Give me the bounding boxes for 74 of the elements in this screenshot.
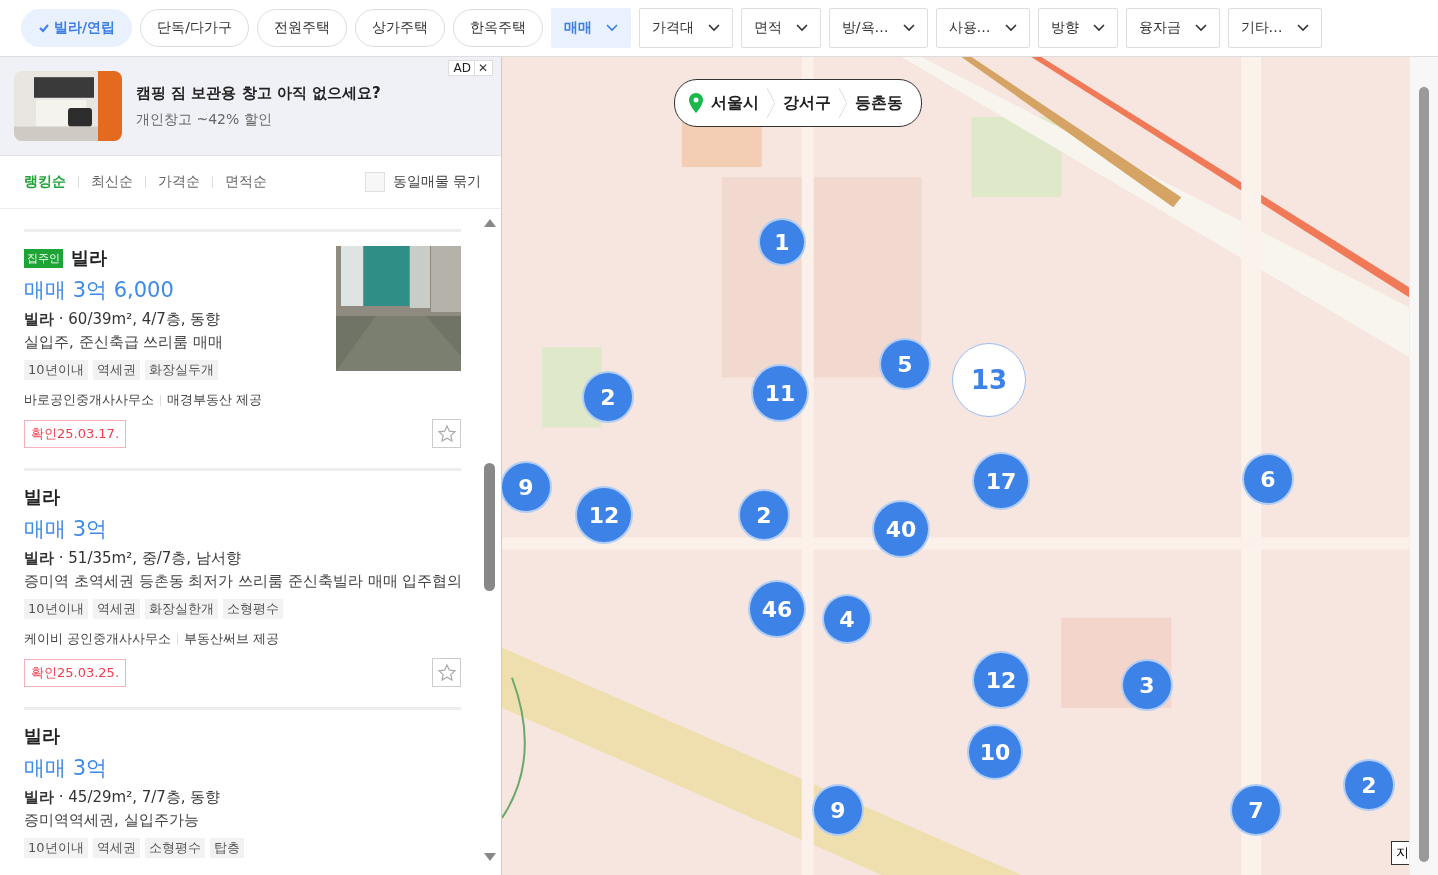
feature-tag: 10년이내 [24, 599, 88, 619]
listing-title[interactable]: 빌라 [71, 246, 107, 270]
feature-tag: 10년이내 [24, 360, 88, 380]
listing-specs: 빌라 · 45/29m², 7/7층, 동향 [24, 788, 222, 807]
feature-tag: 역세권 [92, 360, 140, 380]
listing-price: 매매 3억 6,000 [24, 277, 175, 304]
listing-specs: 빌라 · 60/39m², 4/7층, 동향 [24, 310, 222, 329]
feature-tag: 역세권 [92, 838, 140, 858]
listing-description: 증미역 초역세권 등촌동 최저가 쓰리룸 준신축빌라 매매 입주협의 [24, 572, 461, 591]
feature-tag: 소형평수 [222, 599, 283, 619]
filter-dropdown[interactable]: 융자금 [1125, 8, 1220, 48]
confirmed-date: 확인25.03.17. [24, 419, 127, 448]
favorite-button[interactable] [432, 419, 461, 448]
type-chip[interactable]: 전원주택 [256, 9, 347, 47]
owner-badge: 집주인 [24, 248, 63, 268]
chevron-down-icon [1296, 24, 1309, 32]
listing-title[interactable]: 빌라 [24, 485, 60, 509]
filter-dropdown[interactable]: 방향 [1037, 8, 1118, 48]
chevron-down-icon [1004, 24, 1017, 32]
agency-name: 케이비 공인중개사사무소 [24, 631, 171, 648]
type-chip[interactable]: 빌라/연립 [21, 9, 133, 47]
provider-name: 부동산써브 제공 [184, 631, 279, 648]
ad-subtitle: 개인창고 ~42% 할인 [136, 110, 273, 129]
ad-label: AD [453, 61, 471, 75]
type-chip[interactable]: 한옥주택 [452, 9, 543, 47]
type-chip[interactable]: 단독/다가구 [140, 9, 249, 47]
region-link[interactable]: 등촌동 [849, 92, 909, 114]
sort-tab[interactable]: 랭킹순 [24, 173, 66, 191]
sort-tab[interactable]: 면적순 [225, 173, 267, 191]
region-link[interactable]: 서울시 [705, 92, 765, 114]
ad-title: 캠핑 짐 보관용 창고 아직 없으세요? [136, 83, 381, 103]
listing-title[interactable]: 빌라 [24, 724, 60, 748]
feature-tag: 소형평수 [144, 838, 205, 858]
listing-specs: 빌라 · 51/35m², 중/7층, 남서향 [24, 549, 242, 568]
scrollbar-thumb[interactable] [1419, 87, 1429, 862]
feature-tag: 화장실한개 [144, 599, 218, 619]
filter-dropdown[interactable]: 가격대 [638, 8, 733, 48]
listing-description: 실입주, 준신축급 쓰리룸 매매 [24, 333, 225, 352]
checkbox[interactable] [364, 172, 385, 192]
listing-description: 증미역역세권, 실입주가능 [24, 811, 200, 830]
filter-dropdown[interactable]: 기타… [1227, 8, 1322, 48]
filter-dropdown[interactable]: 방/욕… [828, 8, 928, 48]
ad-banner[interactable]: 캠핑 짐 보관용 창고 아직 없으세요? 개인창고 ~42% 할인 AD ✕ [0, 57, 501, 156]
checkbox-label: 동일매물 묶기 [392, 173, 481, 191]
sort-tab[interactable]: 최신순 [91, 173, 133, 191]
filter-dropdown[interactable]: 매매 [550, 8, 631, 48]
filter-dropdown[interactable]: 사용… [935, 8, 1030, 48]
location-pin-icon [689, 93, 703, 113]
map-button[interactable]: 지 [1391, 841, 1409, 865]
feature-tag: 화장실두개 [144, 360, 218, 380]
scrollbar-thumb[interactable] [484, 463, 495, 591]
confirmed-date: 확인25.03.25. [24, 658, 127, 687]
chevron-down-icon [707, 24, 720, 32]
check-icon [38, 22, 50, 34]
filter-dropdown[interactable]: 면적 [740, 8, 821, 48]
type-chip[interactable]: 상가주택 [354, 9, 445, 47]
sort-tab[interactable]: 가격순 [158, 173, 200, 191]
agency-name: 바로공인중개사사무소 [24, 392, 154, 409]
chevron-down-icon [1194, 24, 1207, 32]
scroll-down-icon[interactable] [484, 853, 496, 861]
region-link[interactable]: 강서구 [777, 92, 837, 114]
listing-price: 매매 3억 [24, 516, 109, 543]
chevron-down-icon [1092, 24, 1105, 32]
chevron-down-icon [902, 24, 915, 32]
scroll-up-icon[interactable] [484, 219, 496, 227]
chevron-down-icon [605, 24, 618, 32]
close-button[interactable]: ✕ [473, 61, 488, 75]
feature-tag: 역세권 [92, 599, 140, 619]
feature-tag: 10년이내 [24, 838, 88, 858]
feature-tag: 탑층 [209, 838, 244, 858]
chevron-down-icon [795, 24, 808, 32]
provider-name: 매경부동산 제공 [167, 392, 262, 409]
favorite-button[interactable] [432, 658, 461, 687]
listing-price: 매매 3억 [24, 755, 109, 782]
